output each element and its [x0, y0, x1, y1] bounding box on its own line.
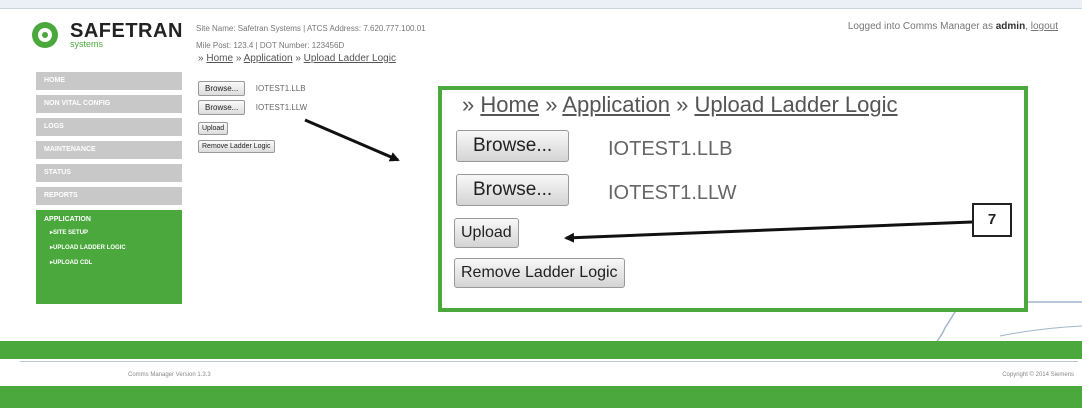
zoom-pointer-arrow	[304, 118, 400, 162]
annotation-arrows	[304, 118, 973, 243]
step-callout-badge: 7	[972, 203, 1012, 237]
callout-arrow	[564, 220, 973, 243]
